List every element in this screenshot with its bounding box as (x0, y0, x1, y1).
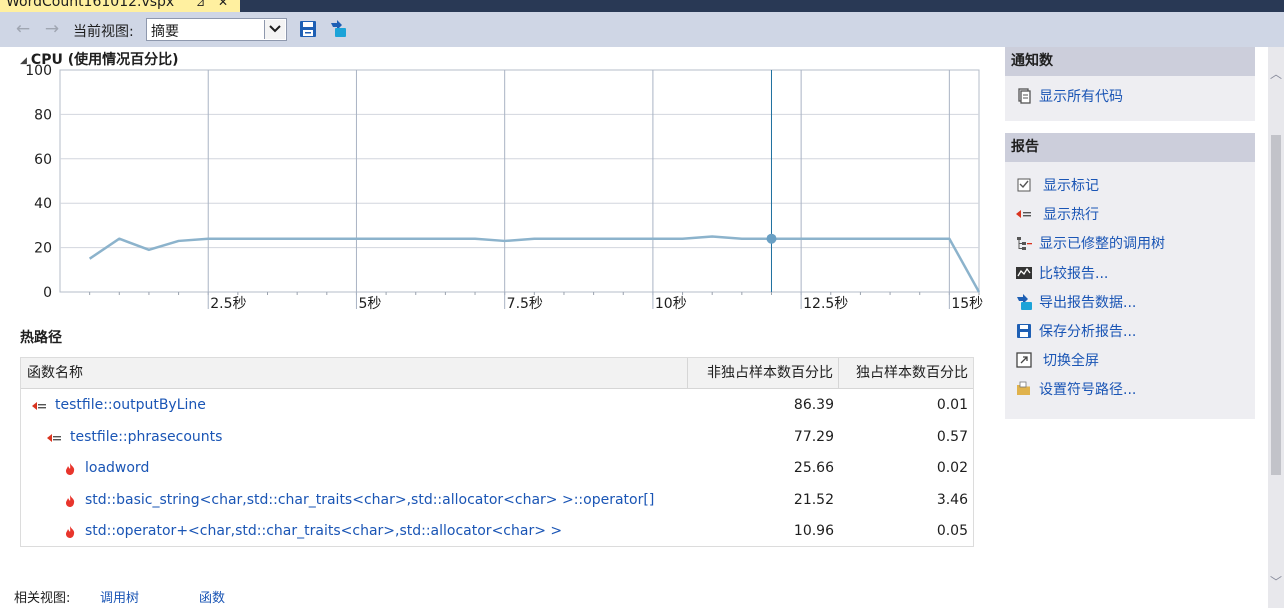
inclusive-percent: 86.39 (793, 397, 834, 413)
exclusive-percent: 0.01 (936, 397, 968, 413)
related-link-call-tree[interactable]: 调用树 (100, 587, 139, 606)
show-all-code-link[interactable]: 显示所有代码 (1005, 84, 1255, 108)
export-icon (1015, 293, 1033, 311)
scroll-down-icon[interactable]: ﹀ (1268, 573, 1284, 591)
function-name[interactable]: std::operator+<char,std::char_traits<cha… (85, 516, 562, 547)
function-name[interactable]: testfile::outputByLine (55, 390, 206, 421)
table-row[interactable]: testfile::outputByLine 86.39 0.01 (21, 390, 973, 421)
time-cursor-marker[interactable] (766, 233, 777, 244)
report-link[interactable]: 显示已修整的调用树 (1005, 231, 1255, 255)
scroll-up-icon[interactable]: ︿ (1268, 65, 1284, 83)
x-tick-label: 7.5秒 (507, 296, 543, 312)
table-row[interactable]: std::basic_string<char,std::char_traits<… (21, 485, 973, 516)
scrollbar-thumb[interactable] (1271, 135, 1281, 475)
pin-icon[interactable]: ⊿ (196, 0, 205, 12)
y-tick-label: 80 (34, 107, 52, 123)
x-tick-label: 5秒 (358, 296, 381, 312)
related-views-label: 相关视图: (14, 591, 71, 606)
column-exclusive-percent[interactable]: 独占样本数百分比 (839, 358, 973, 388)
notifications-panel: 通知数 显示所有代码 (1005, 47, 1255, 121)
table-row[interactable]: testfile::phrasecounts 77.29 0.57 (21, 422, 973, 453)
inclusive-percent: 77.29 (793, 428, 834, 445)
report-link-label: 保存分析报告... (1039, 324, 1137, 340)
report-link[interactable]: 保存分析报告... (1005, 319, 1255, 343)
report-link[interactable]: 导出报告数据... (1005, 290, 1255, 314)
report-link[interactable]: 设置符号路径... (1005, 377, 1255, 401)
exclusive-percent: 0.57 (936, 428, 968, 445)
function-name[interactable]: loadword (85, 453, 149, 484)
column-inclusive-percent[interactable]: 非独占样本数百分比 (688, 358, 839, 388)
current-view-value: 摘要 (151, 24, 179, 40)
document-tab[interactable]: WordCount161012.vspx ⊿ ✕ (0, 0, 240, 12)
show-all-code-label: 显示所有代码 (1039, 89, 1123, 105)
x-tick-label: 15秒 (951, 296, 983, 312)
report-link[interactable]: 显示标记 (1005, 173, 1255, 197)
compare-icon (1015, 264, 1033, 282)
report-link-label: 显示标记 (1043, 178, 1099, 194)
exclusive-percent: 0.02 (936, 460, 968, 476)
report-link-label: 设置符号路径... (1039, 382, 1137, 398)
toolbar: ← → 当前视图: 摘要 (0, 12, 1284, 47)
flame-icon (63, 494, 79, 508)
flame-icon (63, 525, 79, 539)
exclusive-percent: 3.46 (936, 491, 968, 508)
y-tick-label: 20 (34, 241, 52, 257)
inclusive-percent: 21.52 (793, 491, 834, 508)
report-link-label: 显示已修整的调用树 (1039, 236, 1165, 252)
report-link[interactable]: 比较报告... (1005, 261, 1255, 285)
table-row[interactable]: loadword 25.66 0.02 (21, 453, 973, 484)
profiler-summary-window: WordCount161012.vspx ⊿ ✕ ← → 当前视图: 摘要 ◢ … (0, 0, 1284, 608)
inclusive-percent: 10.96 (793, 523, 834, 539)
hotpath-table: 函数名称 非独占样本数百分比 独占样本数百分比 testfile::output… (20, 357, 974, 547)
hot-path-arrow-icon (46, 431, 62, 445)
export-icon[interactable] (328, 19, 348, 39)
report-link-label: 显示热行 (1043, 207, 1099, 223)
close-icon[interactable]: ✕ (218, 0, 228, 12)
related-link-functions[interactable]: 函数 (199, 587, 225, 606)
hot-lines-icon (1015, 205, 1033, 223)
reports-title: 报告 (1005, 133, 1255, 162)
y-tick-label: 60 (34, 152, 52, 168)
trimmed-tree-icon (1015, 234, 1033, 252)
x-tick-label: 10秒 (655, 296, 687, 312)
exclusive-percent: 0.05 (936, 523, 968, 539)
current-view-select[interactable]: 摘要 (146, 18, 287, 41)
report-link-label: 比较报告... (1039, 266, 1109, 282)
y-tick-label: 0 (43, 285, 52, 301)
table-row[interactable]: std::operator+<char,std::char_traits<cha… (21, 516, 973, 547)
document-tab-title: WordCount161012.vspx (6, 0, 175, 10)
function-name[interactable]: std::basic_string<char,std::char_traits<… (85, 485, 654, 516)
flame-icon (63, 462, 79, 476)
hotpath-title: 热路径 (20, 330, 62, 346)
document-icon (1015, 87, 1033, 105)
current-view-label: 当前视图: (73, 24, 134, 40)
forward-arrow-icon[interactable]: → (42, 19, 62, 39)
back-arrow-icon[interactable]: ← (13, 19, 33, 39)
function-name[interactable]: testfile::phrasecounts (70, 422, 222, 453)
x-tick-label: 12.5秒 (803, 296, 848, 312)
y-tick-label: 100 (25, 63, 52, 79)
report-link[interactable]: 切换全屏 (1005, 348, 1255, 372)
vertical-scrollbar[interactable]: ︿ ﹀ (1268, 47, 1284, 608)
save-icon (1015, 322, 1033, 340)
notifications-title: 通知数 (1005, 47, 1255, 76)
cpu-usage-chart[interactable]: 0 20 40 60 80 100 2.5秒 5秒 7.5秒 10秒 12.5秒 15秒 (0, 62, 990, 317)
inclusive-percent: 25.66 (793, 460, 834, 476)
save-icon[interactable] (298, 19, 318, 39)
report-link-label: 导出报告数据... (1039, 295, 1137, 311)
column-function-name[interactable]: 函数名称 (21, 358, 688, 388)
marks-icon (1015, 176, 1033, 194)
fullscreen-icon (1015, 351, 1033, 369)
folder-icon (1015, 380, 1033, 398)
table-header: 函数名称 非独占样本数百分比 独占样本数百分比 (21, 358, 973, 389)
reports-panel: 报告 显示标记显示热行显示已修整的调用树 比较报告... 导出报告数据... 保存分析… (1005, 133, 1255, 419)
hot-path-arrow-icon (31, 399, 47, 413)
report-link-label: 切换全屏 (1043, 353, 1099, 369)
x-tick-label: 2.5秒 (210, 296, 246, 312)
plot-area (59, 69, 980, 293)
chevron-down-icon[interactable] (264, 20, 285, 39)
document-tab-strip: WordCount161012.vspx ⊿ ✕ (0, 0, 1284, 12)
report-link[interactable]: 显示热行 (1005, 202, 1255, 226)
y-tick-label: 40 (34, 196, 52, 212)
